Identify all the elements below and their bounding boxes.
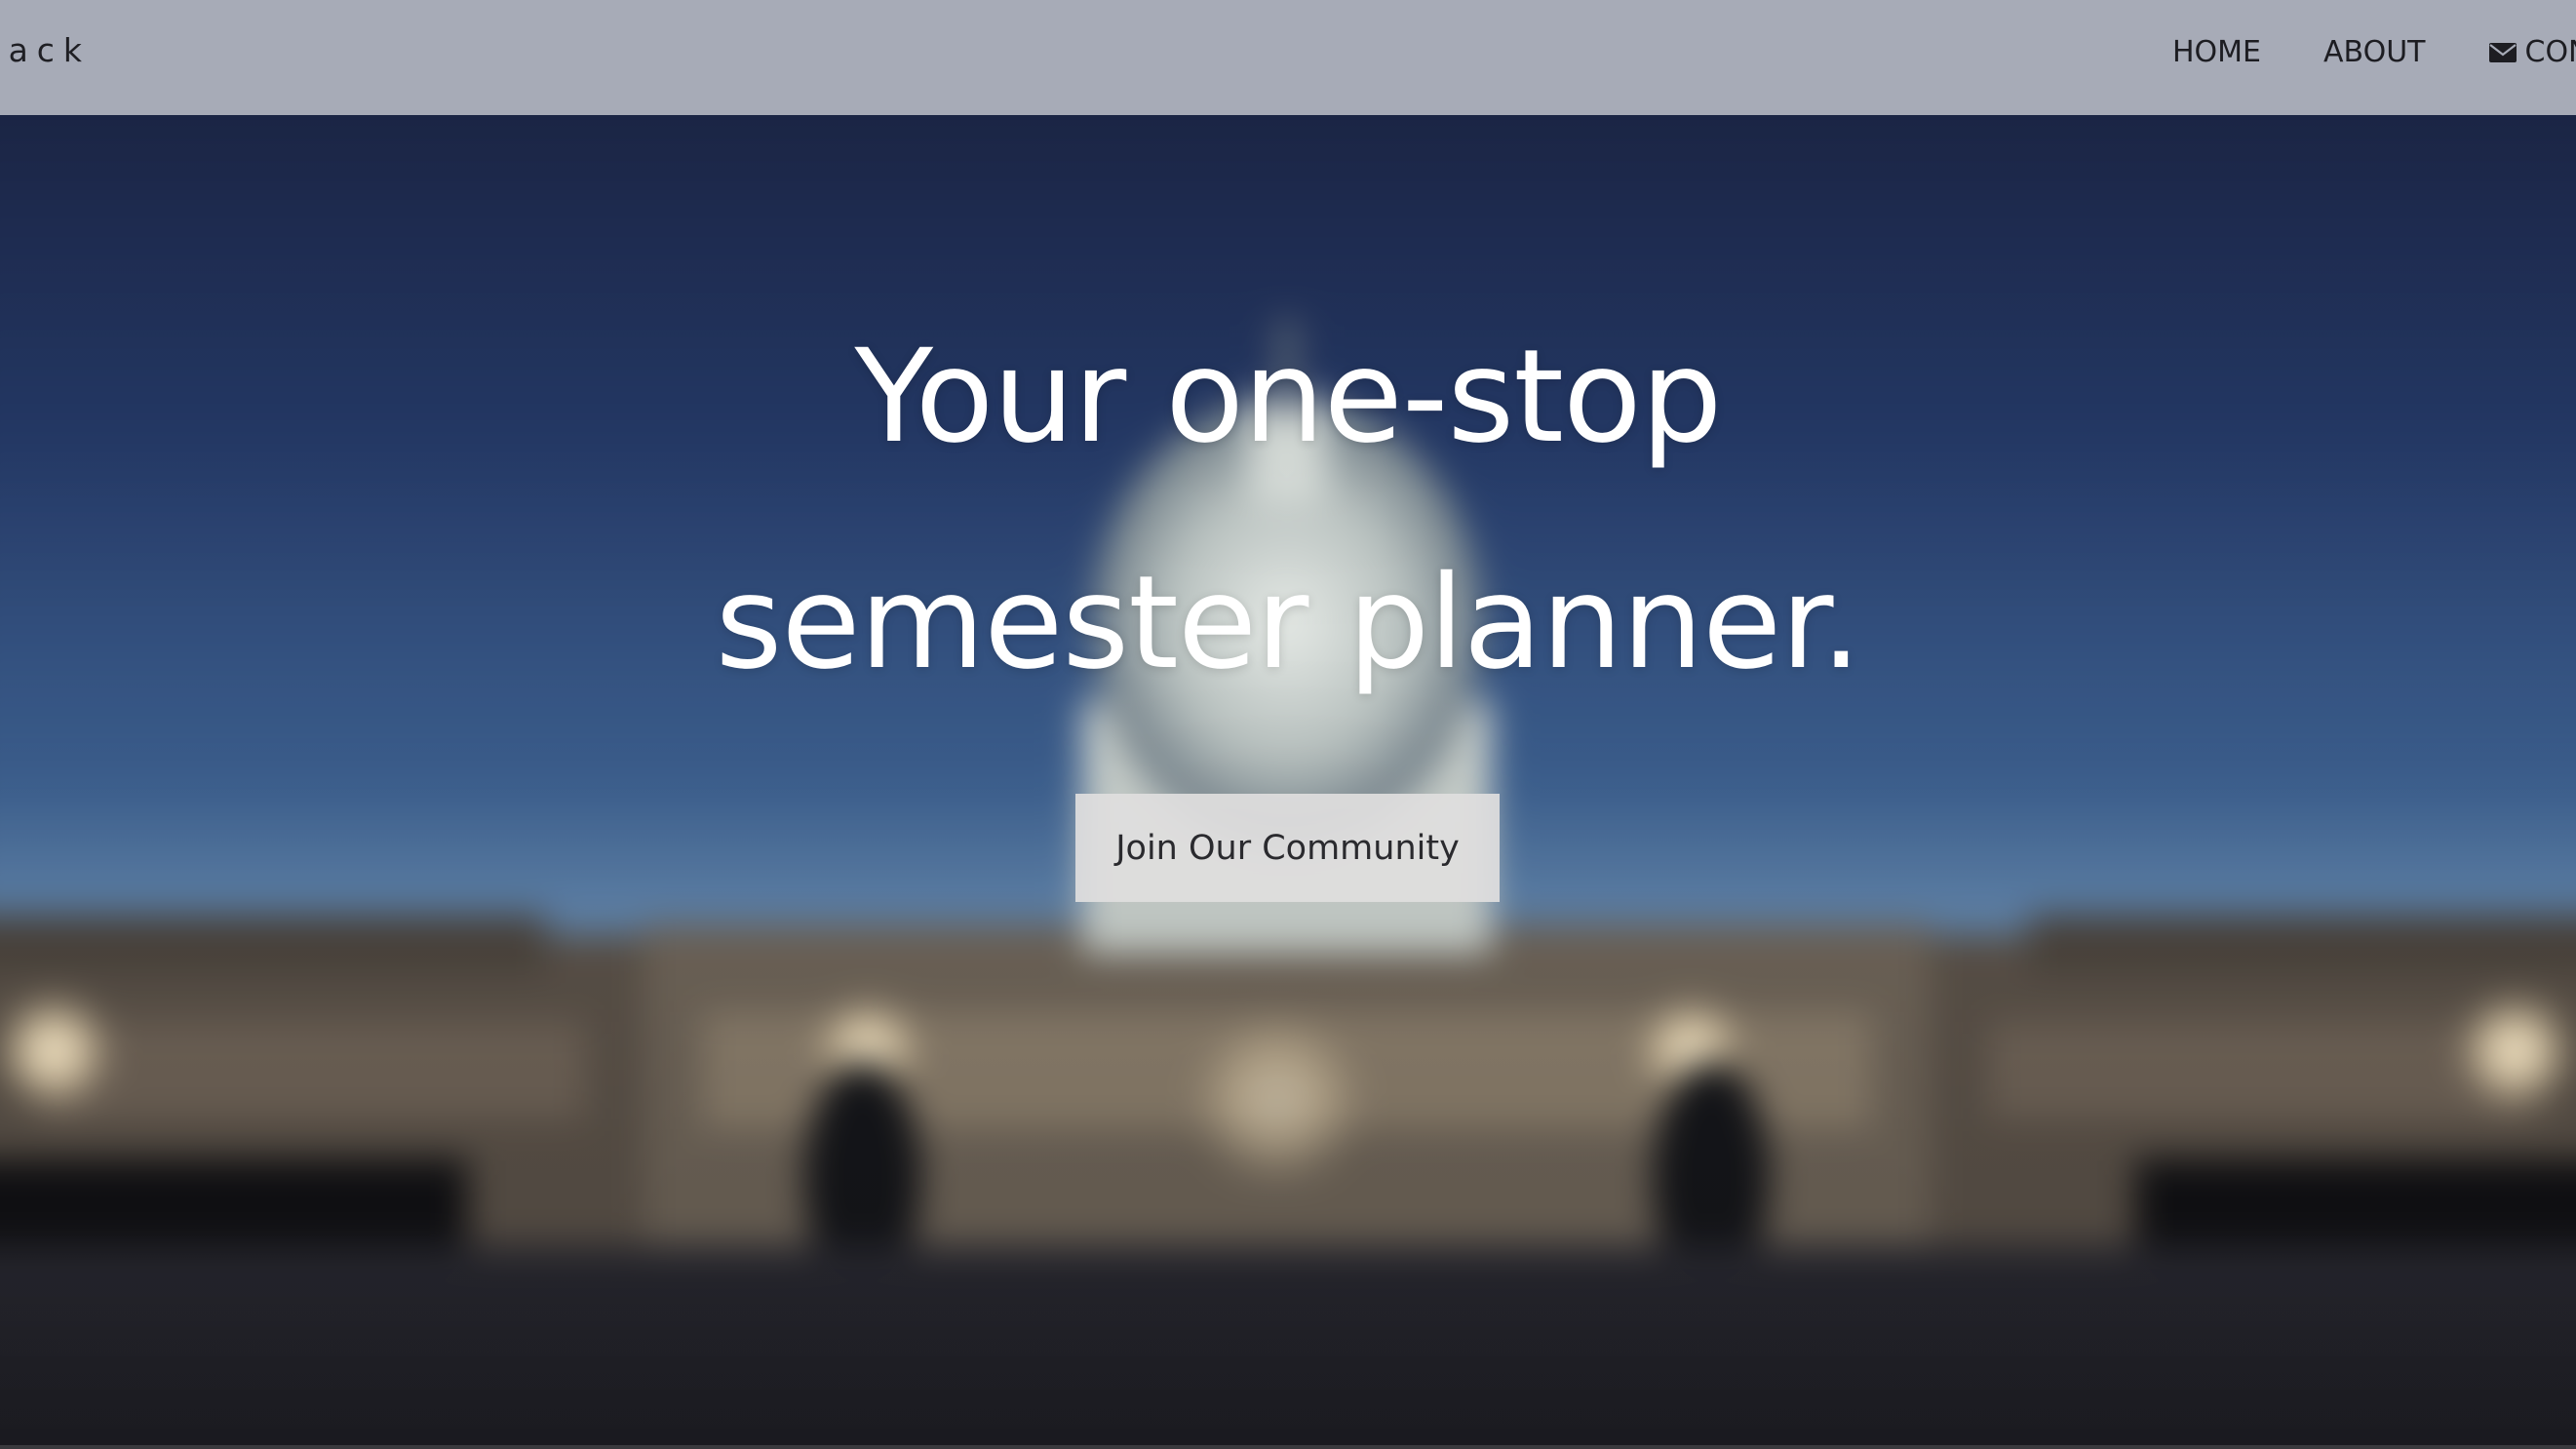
brand-logo[interactable]: rack	[0, 31, 91, 69]
top-navbar: rack HOME ABOUT CON	[0, 0, 2576, 115]
nav-home-link[interactable]: HOME	[2172, 35, 2261, 69]
join-community-button[interactable]: Join Our Community	[1075, 794, 1500, 902]
bottom-divider	[0, 1445, 2576, 1449]
page: rack HOME ABOUT CON	[0, 0, 2576, 1449]
nav-contact-label: CON	[2524, 35, 2576, 69]
nav-links: HOME ABOUT CON	[2172, 35, 2576, 69]
hero-section	[0, 115, 2576, 1449]
hero-title-line-1: Your one-stop	[854, 322, 1722, 472]
nav-contact-link[interactable]: CON	[2488, 35, 2576, 69]
nav-about-link[interactable]: ABOUT	[2323, 35, 2425, 69]
hero-overlay	[0, 115, 2576, 1449]
envelope-icon	[2488, 42, 2517, 62]
hero-title-line-2: semester planner.	[715, 548, 1862, 698]
